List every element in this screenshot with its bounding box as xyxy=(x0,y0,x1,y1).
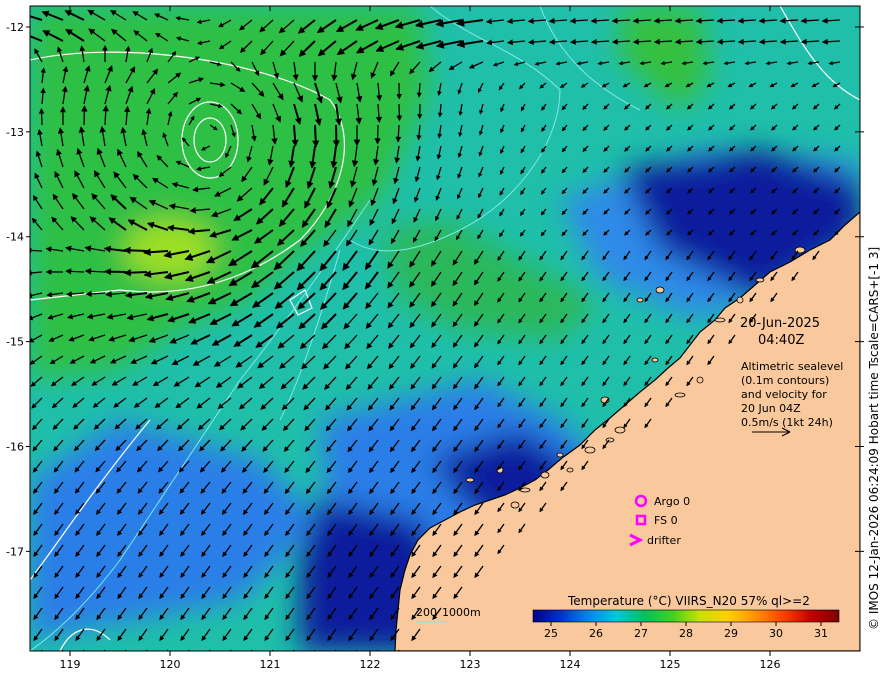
legend-argo: Argo 0 xyxy=(654,495,690,508)
x-tick-label: 126 xyxy=(760,658,781,671)
velocity-arrow xyxy=(208,649,211,651)
velocity-arrow xyxy=(250,649,253,651)
y-tick-label: -15 xyxy=(6,336,24,349)
y-tick-label: -14 xyxy=(6,231,24,244)
info-desc-2: (0.1m contours) xyxy=(741,374,829,387)
velocity-arrow xyxy=(145,649,148,651)
x-tick-label: 123 xyxy=(460,658,481,671)
y-tick-label: -16 xyxy=(6,440,24,453)
x-tick-label: 125 xyxy=(660,658,681,671)
velocity-arrow xyxy=(187,649,190,651)
island xyxy=(736,296,744,304)
velocity-arrow xyxy=(103,649,106,651)
info-desc-3: and velocity for xyxy=(741,388,827,401)
credit-line: © IMOS 12-Jan-2026 06:24:09 Hobart time … xyxy=(867,247,880,630)
colorbar-tick-label: 26 xyxy=(589,627,603,640)
colorbar-ramp xyxy=(532,609,840,623)
velocity-arrow xyxy=(397,649,400,651)
velocity-arrow xyxy=(355,649,358,651)
colorbar-tick-label: 25 xyxy=(544,627,558,640)
info-desc-1: Altimetric sealevel xyxy=(741,360,843,373)
velocity-arrow xyxy=(313,649,316,651)
legend-drifter: drifter xyxy=(647,534,681,547)
velocity-arrow xyxy=(292,649,295,651)
x-tick-label: 122 xyxy=(360,658,381,671)
island xyxy=(566,467,574,473)
x-tick-label: 119 xyxy=(60,658,81,671)
island xyxy=(465,477,475,483)
velocity-arrow xyxy=(334,649,337,651)
island xyxy=(714,317,726,323)
island xyxy=(674,392,686,398)
island xyxy=(755,277,765,283)
colorbar-tick-label: 31 xyxy=(814,627,828,640)
x-tick-label: 120 xyxy=(160,658,181,671)
info-desc-5: 0.5m/s (1kt 24h) xyxy=(741,416,833,429)
island xyxy=(651,357,659,363)
island xyxy=(556,452,564,458)
colorbar-tick-label: 29 xyxy=(724,627,738,640)
depth-scale-1000: 1000m xyxy=(442,606,481,619)
velocity-arrow xyxy=(229,649,232,651)
colorbar-tick-label: 28 xyxy=(679,627,693,640)
y-tick-label: -17 xyxy=(6,545,24,558)
depth-scale-200: 200 xyxy=(416,606,437,619)
velocity-arrow xyxy=(40,649,43,651)
x-tick-label: 121 xyxy=(260,658,281,671)
island xyxy=(510,501,520,509)
island xyxy=(584,446,596,454)
island xyxy=(605,437,615,443)
sst-map: 119 120 121 122 123 124 125 126 -12 -13 -14 -15 -16… xyxy=(6,5,880,671)
y-tick-label: -13 xyxy=(6,126,24,139)
velocity-arrow xyxy=(124,649,127,651)
info-time: 04:40Z xyxy=(758,333,804,348)
island xyxy=(696,376,704,384)
info-date: 20-Jun-2025 xyxy=(740,316,820,331)
colorbar-title: Temperature (°C) VIIRS_N20 57% ql>=2 xyxy=(567,594,810,608)
island xyxy=(540,471,550,479)
island xyxy=(636,297,644,303)
island xyxy=(655,286,665,294)
colorbar-tick-label: 30 xyxy=(769,627,783,640)
y-tick-label: -12 xyxy=(6,21,24,34)
colorbar-tick-label: 27 xyxy=(634,627,648,640)
x-tick-label: 124 xyxy=(560,658,581,671)
info-desc-4: 20 Jun 04Z xyxy=(741,402,801,415)
legend-fs: FS 0 xyxy=(654,514,678,527)
